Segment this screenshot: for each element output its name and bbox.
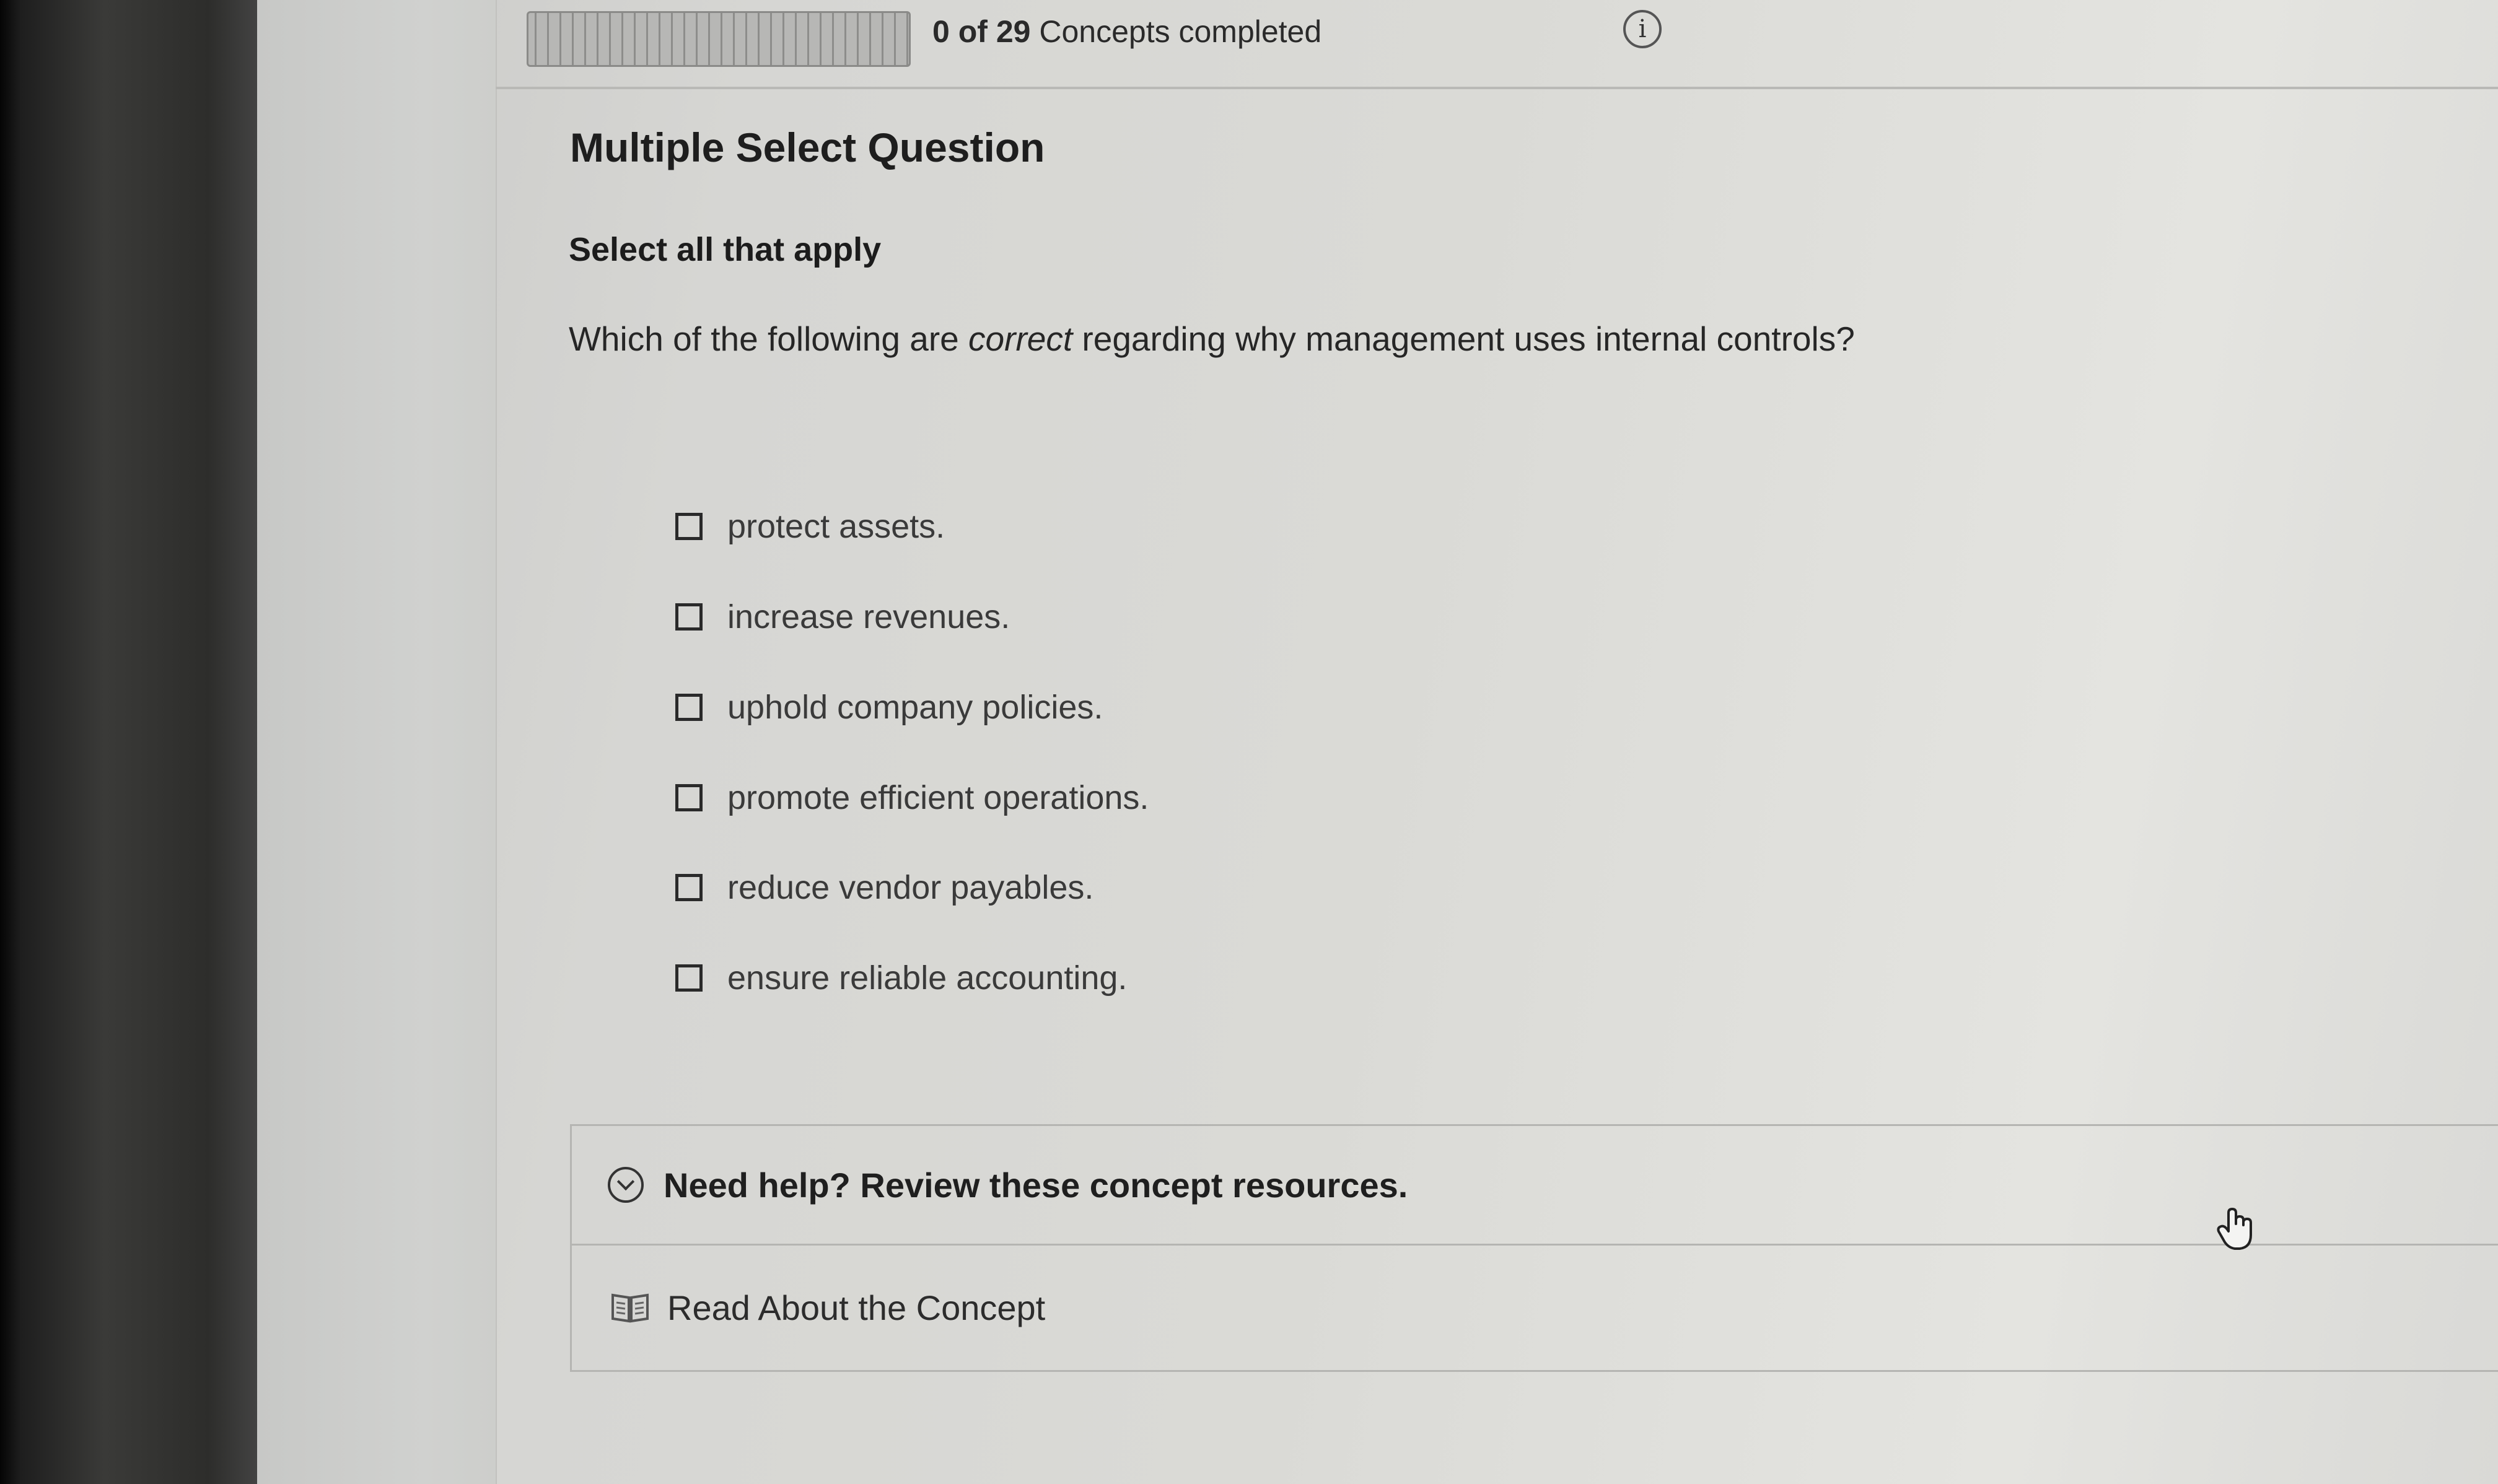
option-reduce-vendor-payables[interactable]: reduce vendor payables. (675, 863, 1093, 912)
option-checkbox[interactable] (675, 964, 703, 992)
read-about-concept-link[interactable]: Read About the Concept (572, 1246, 2498, 1369)
question-text-emphasis: correct (968, 320, 1073, 358)
book-icon (611, 1293, 649, 1323)
option-uphold-company-policies[interactable]: uphold company policies. (675, 683, 1103, 732)
question-text-after: regarding why management uses internal c… (1072, 320, 1855, 358)
option-label: uphold company policies. (727, 689, 1103, 726)
concept-resources-toggle[interactable]: Need help? Review these concept resource… (572, 1126, 2498, 1246)
option-ensure-reliable-accounting[interactable]: ensure reliable accounting. (675, 953, 1127, 1003)
info-icon[interactable]: i (1623, 10, 1662, 48)
read-about-concept-label: Read About the Concept (667, 1288, 1046, 1327)
progress-header: 0 of 29 Concepts completed i (496, 0, 2498, 89)
option-checkbox[interactable] (675, 874, 703, 901)
option-promote-efficient-operations[interactable]: promote efficient operations. (675, 773, 1149, 823)
option-label: protect assets. (727, 508, 945, 545)
option-increase-revenues[interactable]: increase revenues. (675, 592, 1010, 642)
chevron-down-icon (608, 1167, 644, 1203)
background-bezel (0, 0, 260, 1484)
option-label: reduce vendor payables. (727, 869, 1094, 906)
option-protect-assets[interactable]: protect assets. (675, 502, 945, 551)
left-gutter (257, 0, 497, 1484)
progress-text: 0 of 29 Concepts completed (932, 14, 1321, 50)
question-text-before: Which of the following are (569, 320, 969, 358)
screen: 0 of 29 Concepts completed i Multiple Se… (257, 0, 2498, 1484)
question-instruction: Select all that apply (569, 231, 882, 268)
question-text: Which of the following are correct regar… (569, 319, 1855, 359)
concept-resources-title: Need help? Review these concept resource… (664, 1165, 1408, 1205)
progress-suffix: Concepts completed (1039, 14, 1322, 49)
option-checkbox[interactable] (675, 603, 703, 631)
main-content: 0 of 29 Concepts completed i Multiple Se… (496, 0, 2498, 1484)
option-checkbox[interactable] (675, 513, 703, 540)
concept-resources-panel: Need help? Review these concept resource… (570, 1124, 2498, 1372)
option-checkbox[interactable] (675, 694, 703, 721)
question-type-title: Multiple Select Question (570, 124, 1045, 170)
progress-completed: 0 (932, 14, 950, 49)
option-checkbox[interactable] (675, 784, 703, 811)
option-label: promote efficient operations. (727, 779, 1149, 816)
progress-bar (527, 11, 911, 67)
progress-total: 29 (996, 14, 1031, 49)
hand-cursor-icon (2217, 1208, 2252, 1250)
progress-of: of (958, 14, 988, 49)
option-label: ensure reliable accounting. (727, 959, 1128, 997)
option-label: increase revenues. (727, 598, 1010, 635)
